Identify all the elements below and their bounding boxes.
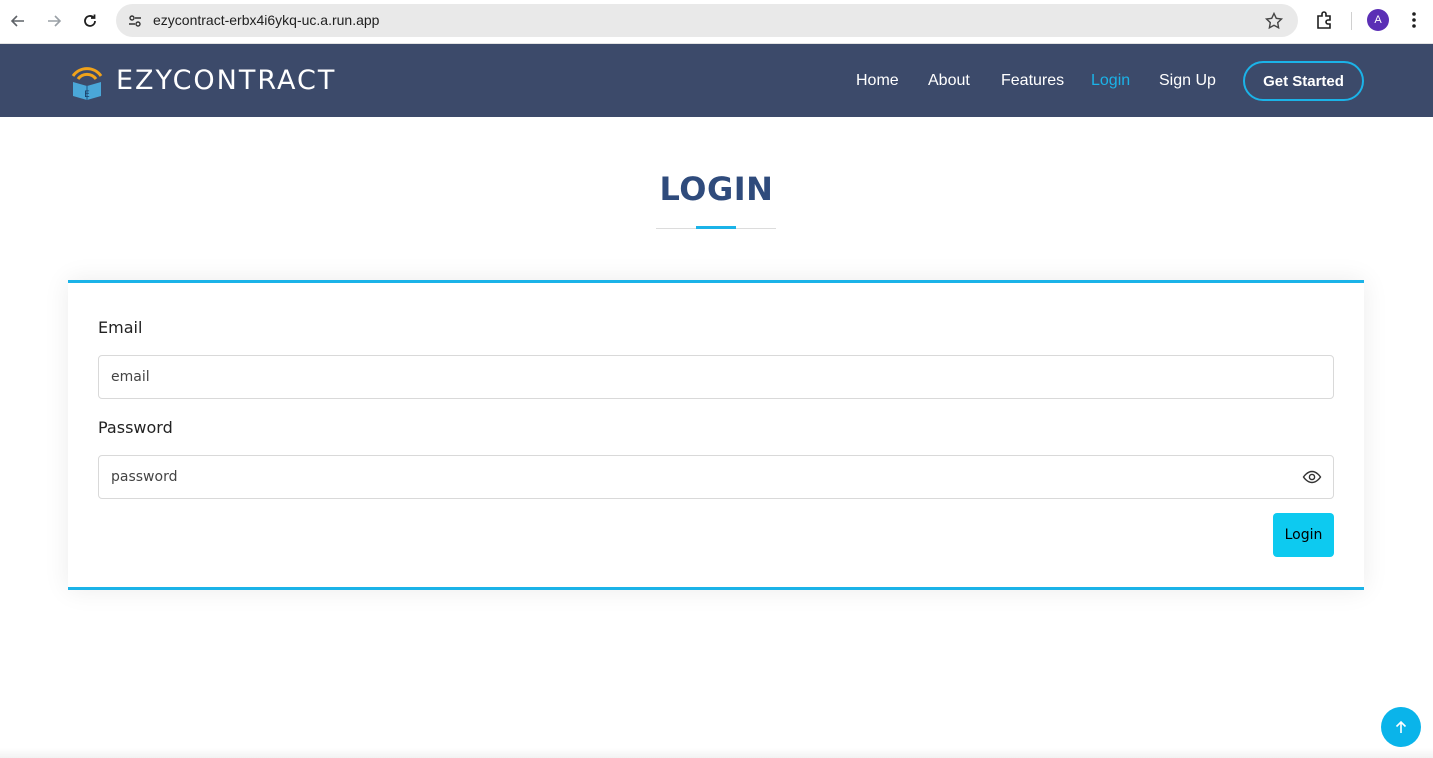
bookmark-star-icon[interactable] — [1264, 11, 1284, 31]
password-field[interactable] — [98, 455, 1334, 499]
toolbar-divider — [1351, 12, 1352, 30]
profile-avatar[interactable]: A — [1367, 9, 1389, 31]
site-info-icon[interactable] — [124, 10, 146, 32]
forward-arrow-icon[interactable] — [42, 9, 66, 33]
arrow-up-icon — [1395, 720, 1407, 733]
logo-icon: E — [71, 67, 103, 100]
login-button[interactable]: Login — [1273, 513, 1334, 557]
login-form: Email Password Login — [68, 280, 1364, 590]
email-label: Email — [98, 318, 143, 337]
site-header: E EZYCONTRACT Home About Features Login … — [0, 44, 1433, 117]
logo[interactable]: E EZYCONTRACT — [68, 60, 336, 100]
page-bottom-shadow — [0, 748, 1433, 758]
svg-text:E: E — [84, 90, 90, 100]
back-arrow-icon[interactable] — [6, 9, 30, 33]
browser-toolbar: ezycontract-erbx4i6ykq-uc.a.run.app A — [0, 0, 1433, 44]
page-title: LOGIN — [659, 170, 774, 208]
get-started-button[interactable]: Get Started — [1243, 61, 1364, 101]
title-accent — [696, 226, 736, 229]
password-label: Password — [98, 418, 173, 437]
logo-text: EZYCONTRACT — [116, 64, 337, 96]
eye-icon[interactable] — [1302, 467, 1322, 487]
nav-login[interactable]: Login — [1091, 72, 1130, 90]
nav-sign-up[interactable]: Sign Up — [1159, 72, 1216, 90]
extensions-icon[interactable] — [1314, 9, 1336, 31]
url-text[interactable]: ezycontract-erbx4i6ykq-uc.a.run.app — [153, 12, 379, 28]
nav-features[interactable]: Features — [1001, 72, 1064, 90]
back-to-top-button[interactable] — [1381, 707, 1421, 747]
menu-icon[interactable] — [1404, 9, 1424, 31]
reload-icon[interactable] — [78, 9, 102, 33]
nav-about[interactable]: About — [928, 72, 970, 90]
address-bar[interactable]: ezycontract-erbx4i6ykq-uc.a.run.app — [116, 4, 1298, 37]
nav-home[interactable]: Home — [856, 72, 899, 90]
email-field[interactable] — [98, 355, 1334, 399]
